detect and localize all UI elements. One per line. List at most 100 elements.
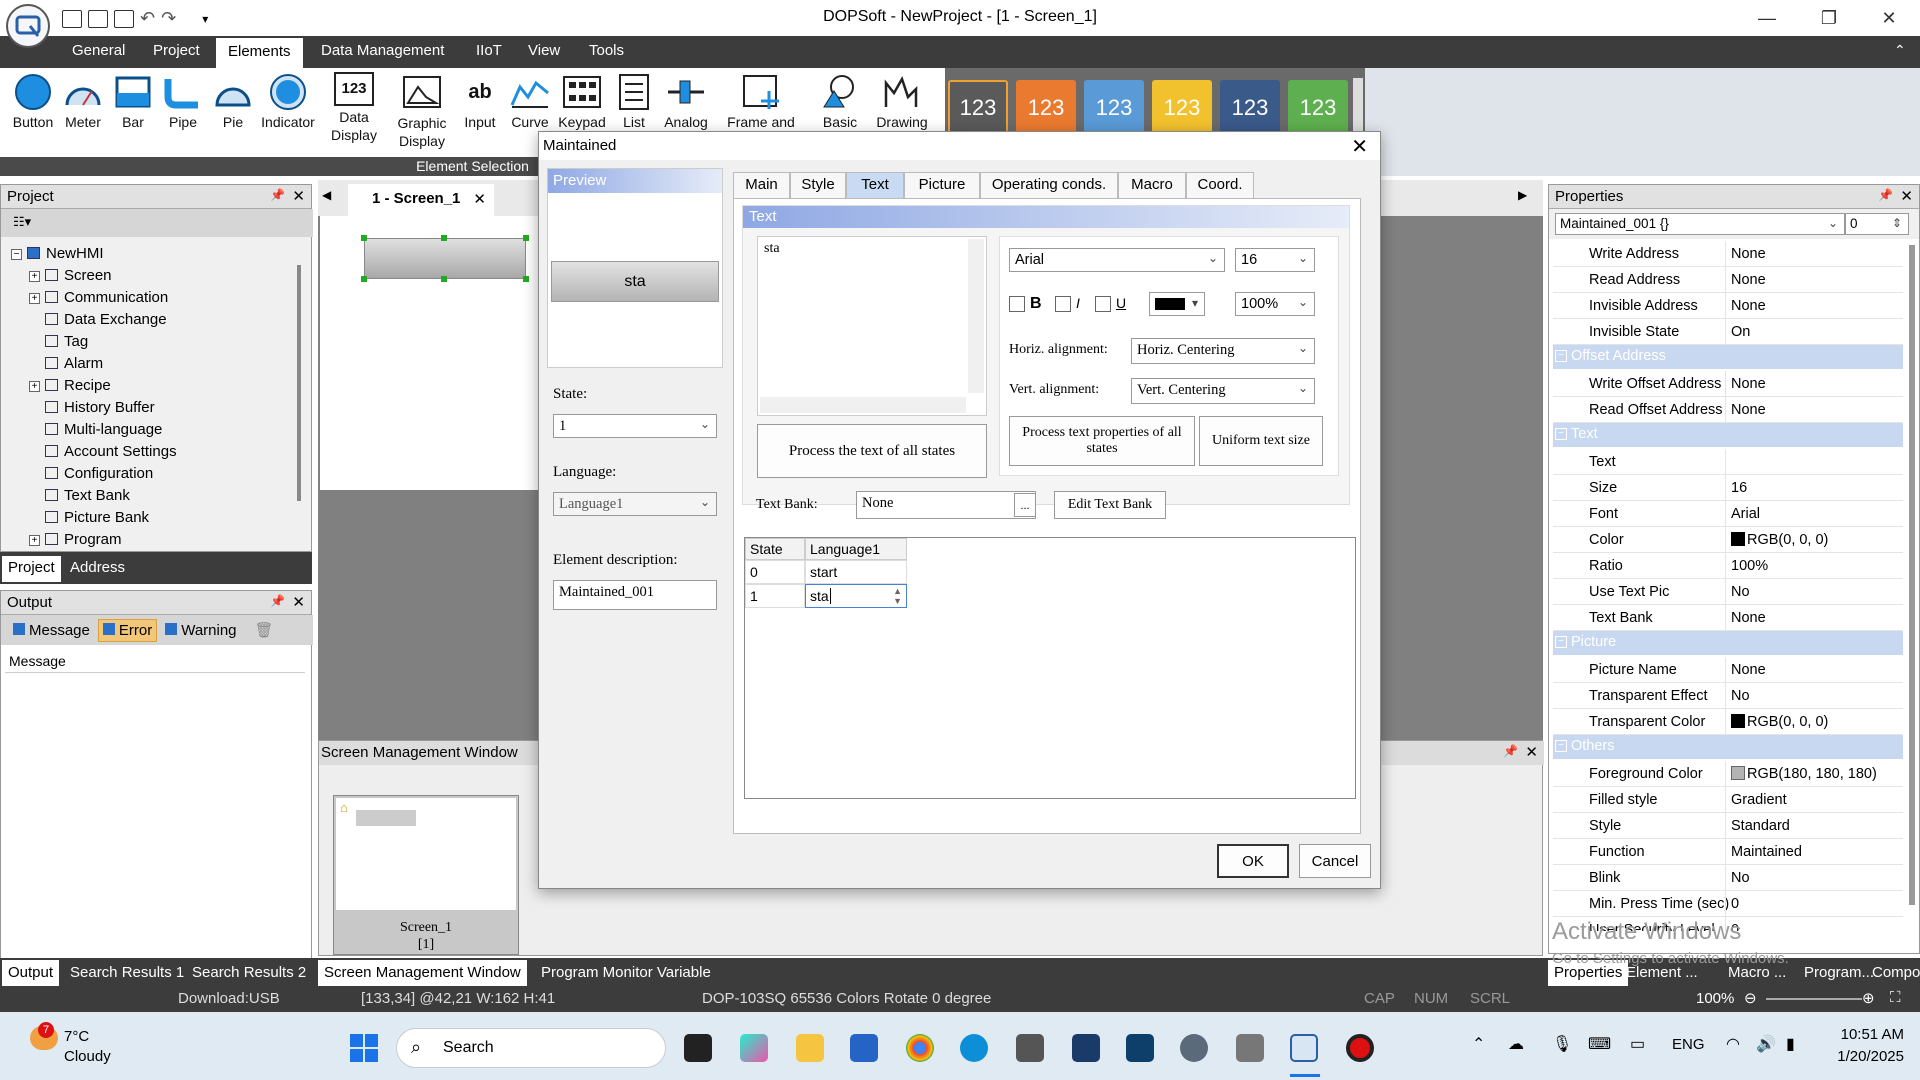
collapse-group-icon[interactable]: − xyxy=(1555,350,1567,362)
resize-handle[interactable] xyxy=(441,276,447,282)
properties-scrollbar[interactable] xyxy=(1909,245,1915,905)
table-cell-text[interactable]: start xyxy=(805,560,907,584)
tab-main[interactable]: Main xyxy=(733,172,790,198)
uniform-text-size-button[interactable]: Uniform text size xyxy=(1199,416,1323,466)
maintained-button-element[interactable] xyxy=(364,238,526,279)
keyboard-icon[interactable]: ⌨ xyxy=(1588,1034,1611,1054)
tab-output[interactable]: Output xyxy=(2,960,60,986)
property-row[interactable]: Size 16 xyxy=(1553,475,1903,501)
tree-item-tag[interactable]: Tag xyxy=(45,331,88,353)
ribbon-button-keypad[interactable]: Keypad xyxy=(552,72,612,130)
underline-checkbox[interactable] xyxy=(1095,296,1111,312)
tree-item-communication[interactable]: Communication xyxy=(45,287,168,309)
element-description-input[interactable]: Maintained_001 xyxy=(553,580,717,610)
tab-view[interactable]: View xyxy=(528,42,560,59)
hmi-screen[interactable] xyxy=(320,216,540,490)
clock-date[interactable]: 1/20/2025 xyxy=(1830,1048,1904,1065)
filter-message[interactable]: Message xyxy=(9,620,94,641)
property-value[interactable]: 0 xyxy=(1731,896,1739,912)
property-row[interactable]: Function Maintained xyxy=(1553,839,1903,865)
scroll-right-icon[interactable]: ▶ xyxy=(1518,188,1527,202)
collapse-group-icon[interactable]: − xyxy=(1555,740,1567,752)
property-row[interactable]: Write Offset Address None xyxy=(1553,371,1903,397)
property-row[interactable]: Invisible State On xyxy=(1553,319,1903,345)
tree-item-data-exchange[interactable]: Data Exchange xyxy=(45,309,167,331)
property-row[interactable]: Text xyxy=(1553,449,1903,475)
settings-icon[interactable] xyxy=(1180,1034,1208,1062)
new-file-icon[interactable] xyxy=(62,9,82,28)
property-row[interactable]: Text Bank None xyxy=(1553,605,1903,631)
tab-operating-conds[interactable]: Operating conds. xyxy=(980,172,1118,198)
bold-checkbox[interactable] xyxy=(1009,296,1025,312)
collapse-ribbon-icon[interactable]: ⌃ xyxy=(1894,42,1906,59)
table-cell-text-editing[interactable]: sta ▲ ▼ xyxy=(805,584,907,608)
battery-icon[interactable]: ▮ xyxy=(1786,1034,1795,1054)
editor-hscroll[interactable] xyxy=(760,397,966,413)
filter-warning[interactable]: Warning xyxy=(161,620,240,641)
property-row[interactable]: Use Text Pic No xyxy=(1553,579,1903,605)
collapse-group-icon[interactable]: − xyxy=(1555,428,1567,440)
tab-project[interactable]: Project xyxy=(153,42,200,59)
property-row[interactable]: Invisible Address None xyxy=(1553,293,1903,319)
expand-icon[interactable]: + xyxy=(29,293,40,304)
tray-overflow-icon[interactable]: ⌃ xyxy=(1472,1034,1485,1054)
ok-button[interactable]: OK xyxy=(1217,844,1289,878)
ribbon-button-basic[interactable]: Basic xyxy=(810,72,870,130)
property-value[interactable]: None xyxy=(1731,610,1766,626)
tree-scrollbar[interactable] xyxy=(297,265,301,501)
close-button[interactable]: ✕ xyxy=(1866,4,1912,32)
tab-general[interactable]: General xyxy=(72,42,125,59)
task-view-icon[interactable] xyxy=(684,1034,712,1062)
undo-icon[interactable]: ↶ xyxy=(140,8,155,29)
copilot-icon[interactable] xyxy=(740,1034,768,1062)
zoom-out-icon[interactable]: ⊖ xyxy=(1744,989,1757,1007)
app-logo-icon[interactable] xyxy=(6,4,50,48)
spin-arrows-icon[interactable]: ▲ ▼ xyxy=(893,586,902,606)
close-tab-icon[interactable]: ✕ xyxy=(473,190,486,208)
resize-handle[interactable] xyxy=(523,276,529,282)
ribbon-button-analog[interactable]: Analog xyxy=(656,72,716,130)
property-value[interactable]: 100% xyxy=(1731,558,1768,574)
property-row[interactable]: Transparent Effect No xyxy=(1553,683,1903,709)
property-value[interactable]: No xyxy=(1731,688,1750,704)
ratio-select[interactable]: 100% ⌄ xyxy=(1235,292,1315,316)
tree-root[interactable]: NewHMI xyxy=(27,243,104,265)
tree-item-recipe[interactable]: Recipe xyxy=(45,375,111,397)
calculator-icon[interactable] xyxy=(1016,1034,1044,1062)
close-panel-icon[interactable]: ✕ xyxy=(292,593,305,611)
property-value[interactable]: RGB(180, 180, 180) xyxy=(1731,766,1877,782)
property-value[interactable]: None xyxy=(1731,402,1766,418)
display-icon[interactable]: ▭ xyxy=(1630,1034,1645,1054)
close-icon[interactable]: ✕ xyxy=(1351,134,1368,159)
font-size-select[interactable]: 16 ⌄ xyxy=(1235,248,1315,272)
property-row[interactable]: Transparent Color RGB(0, 0, 0) xyxy=(1553,709,1903,735)
property-value[interactable]: On xyxy=(1731,324,1750,340)
volume-icon[interactable]: 🔊 xyxy=(1756,1034,1776,1054)
customize-qat-icon[interactable]: ▾ xyxy=(202,12,208,26)
vert-alignment-select[interactable]: Vert. Centering ⌄ xyxy=(1131,378,1315,404)
element-selector[interactable]: Maintained_001 {} ⌄ xyxy=(1555,213,1845,235)
palette-scrollbar[interactable] xyxy=(1353,78,1363,138)
property-row[interactable]: Min. Press Time (sec) 0 xyxy=(1553,891,1903,917)
resize-handle[interactable] xyxy=(361,235,367,241)
tab-address[interactable]: Address xyxy=(70,559,125,576)
ribbon-button-frame[interactable]: Frame and xyxy=(716,72,806,130)
horiz-alignment-select[interactable]: Horiz. Centering ⌄ xyxy=(1131,338,1315,364)
pin-icon[interactable]: 📌 xyxy=(270,188,285,202)
file-explorer-icon[interactable] xyxy=(796,1034,824,1062)
property-value[interactable]: Maintained xyxy=(1731,844,1802,860)
tab-search-results-1[interactable]: Search Results 1 xyxy=(64,960,190,986)
property-row[interactable]: Foreground Color RGB(180, 180, 180) xyxy=(1553,761,1903,787)
property-group[interactable]: Picture − xyxy=(1553,631,1903,655)
property-value[interactable]: RGB(0, 0, 0) xyxy=(1731,714,1828,730)
onedrive-icon[interactable]: ☁ xyxy=(1508,1034,1524,1054)
pin-icon[interactable]: 📌 xyxy=(270,594,285,608)
property-value[interactable]: None xyxy=(1731,246,1766,262)
property-value[interactable]: None xyxy=(1731,272,1766,288)
tab-text[interactable]: Text xyxy=(846,172,904,198)
tree-item-text-bank[interactable]: Text Bank xyxy=(45,485,130,507)
property-row[interactable]: Style Standard xyxy=(1553,813,1903,839)
style-swatch-6[interactable]: 123 xyxy=(1288,80,1348,136)
property-row[interactable]: Ratio 100% xyxy=(1553,553,1903,579)
text-color-picker[interactable]: ▾ xyxy=(1149,292,1205,316)
